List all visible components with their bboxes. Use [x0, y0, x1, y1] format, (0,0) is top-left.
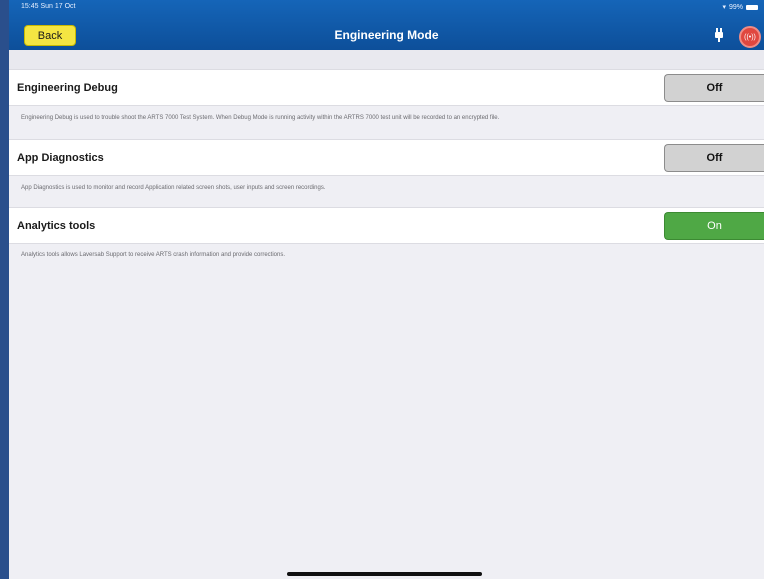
- setting-description: Engineering Debug is used to trouble sho…: [21, 115, 500, 121]
- home-indicator[interactable]: [287, 572, 482, 576]
- status-indicators: ▾ 99%: [722, 3, 758, 11]
- status-time: 15:45 Sun 17 Oct: [21, 3, 76, 10]
- setting-label: App Diagnostics: [17, 152, 104, 164]
- battery-percent: 99%: [728, 3, 743, 11]
- top-spacer: [9, 50, 764, 69]
- setting-row-analytics-tools: Analytics tools On: [9, 207, 764, 244]
- alarm-icon[interactable]: ((•)): [739, 26, 761, 48]
- setting-description: Analytics tools allows Laversab Support …: [21, 252, 286, 258]
- wifi-icon: ▾: [722, 4, 726, 11]
- app-frame: 15:45 Sun 17 Oct ▾ 99% Back Engineering …: [9, 0, 764, 579]
- engineering-debug-toggle[interactable]: Off: [664, 74, 764, 102]
- setting-description: App Diagnostics is used to monitor and r…: [21, 185, 326, 191]
- battery-icon: [746, 4, 758, 10]
- setting-label: Engineering Debug: [17, 82, 118, 94]
- setting-row-app-diagnostics: App Diagnostics Off: [9, 139, 764, 176]
- setting-row-engineering-debug: Engineering Debug Off: [9, 69, 764, 106]
- plug-icon: [715, 28, 723, 42]
- nav-header: 15:45 Sun 17 Oct ▾ 99% Back Engineering …: [9, 0, 764, 50]
- analytics-tools-toggle[interactable]: On: [664, 212, 764, 240]
- page-title: Engineering Mode: [334, 28, 439, 42]
- setting-label: Analytics tools: [17, 220, 96, 232]
- window-left-edge: [0, 0, 9, 579]
- app-diagnostics-toggle[interactable]: Off: [664, 144, 764, 172]
